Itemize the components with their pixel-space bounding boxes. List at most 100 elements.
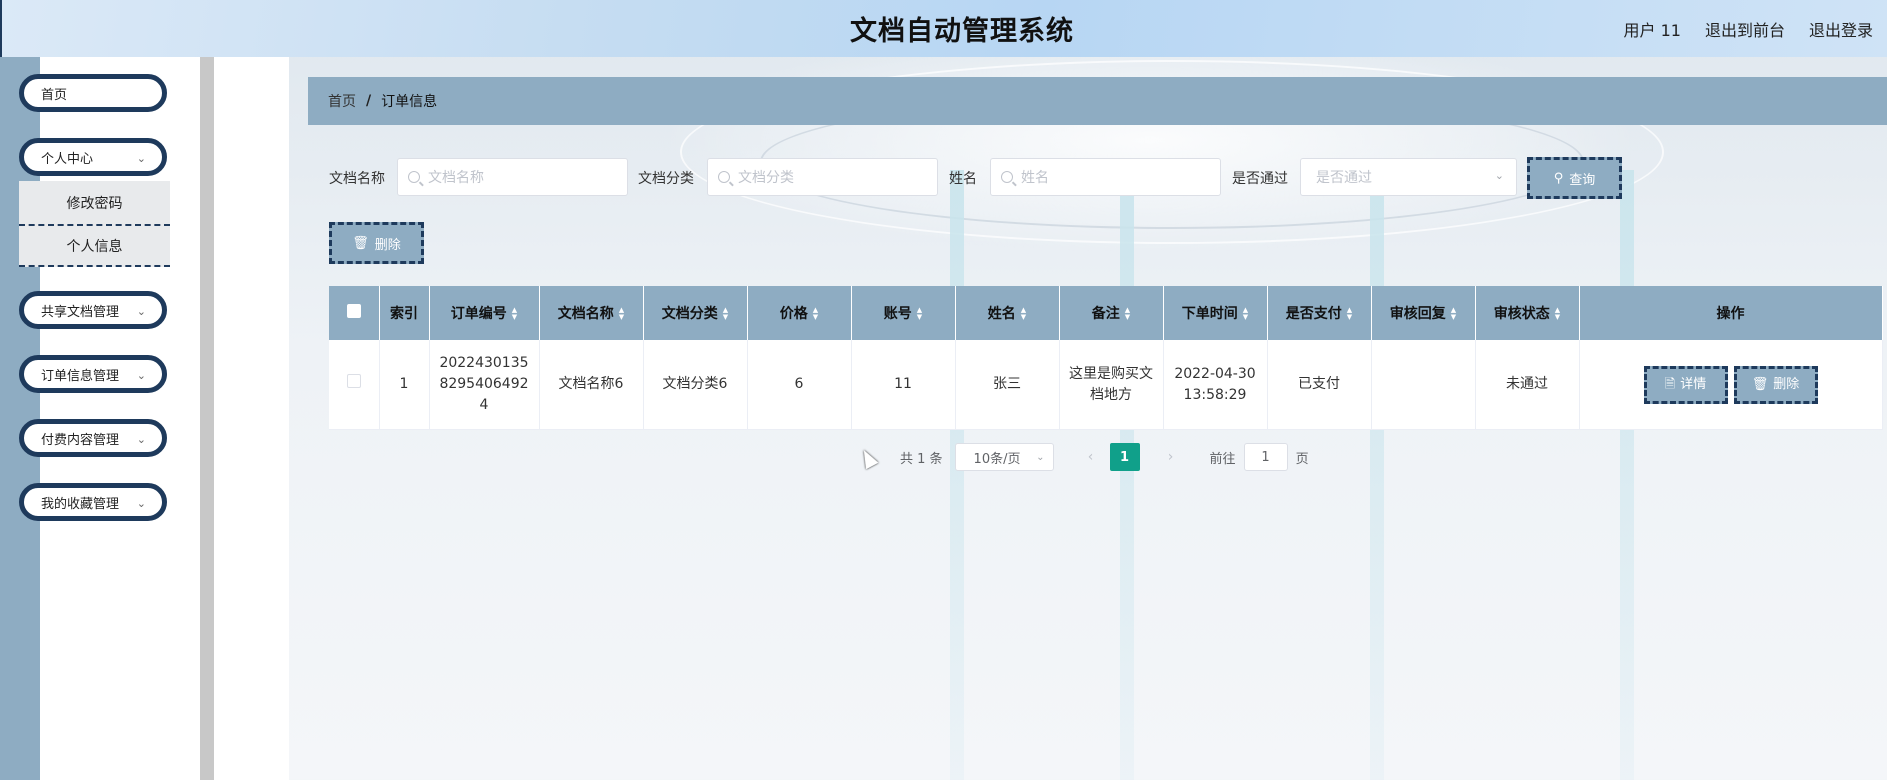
- prev-page-icon[interactable]: ‹: [1076, 443, 1106, 471]
- cell-account: 11: [851, 340, 956, 430]
- cell-index: 1: [379, 340, 430, 430]
- sidebar-subitem-personal-info[interactable]: 个人信息: [19, 224, 170, 267]
- row-select-cell[interactable]: [329, 340, 380, 430]
- cell-price: 6: [747, 340, 852, 430]
- query-button[interactable]: ⚲ 查询: [1527, 157, 1622, 199]
- sort-icon[interactable]: ▲ ▼: [1451, 307, 1456, 321]
- cell-order-no: 2022430135 8295406492 4: [429, 340, 540, 430]
- column-header[interactable]: 价格 ▲ ▼: [747, 286, 852, 340]
- column-header[interactable]: 备注 ▲ ▼: [1059, 286, 1164, 340]
- sidebar-item-favorites[interactable]: 我的收藏管理 ⌄: [19, 483, 167, 521]
- background-pillar: [1620, 170, 1634, 780]
- page-size-select[interactable]: 10条/页 ⌄: [954, 443, 1054, 471]
- column-header: 索引: [379, 286, 430, 340]
- column-header[interactable]: 订单编号 ▲ ▼: [429, 286, 540, 340]
- chevron-down-icon: ⌄: [136, 369, 146, 382]
- header-links: 用户 11 退出到前台 退出登录: [1624, 17, 1873, 41]
- sort-icon[interactable]: ▲ ▼: [1243, 307, 1248, 321]
- breadcrumb-home[interactable]: 首页: [328, 91, 356, 111]
- cell-remark: 这里是购买文档地方: [1059, 340, 1164, 430]
- exit-to-front-link[interactable]: 退出到前台: [1705, 17, 1785, 41]
- passed-label: 是否通过: [1232, 171, 1288, 187]
- doc-category-label: 文档分类: [638, 171, 694, 187]
- doc-name-input[interactable]: 文档名称: [397, 158, 628, 196]
- cell-review-reply: [1371, 340, 1476, 430]
- next-page-icon[interactable]: ›: [1156, 443, 1186, 471]
- sidebar-item-shared-docs[interactable]: 共享文档管理 ⌄: [19, 291, 167, 329]
- doc-category-placeholder: 文档分类: [738, 170, 794, 186]
- search-icon: [408, 171, 420, 183]
- sidebar-item-home[interactable]: 首页: [19, 74, 167, 112]
- chevron-down-icon: ⌄: [1494, 169, 1504, 182]
- cell-review-status: 未通过: [1475, 340, 1580, 430]
- sort-icon[interactable]: ▲ ▼: [723, 307, 728, 321]
- row-delete-button[interactable]: 🗑 删除: [1733, 365, 1818, 404]
- page-size-value: 10条/页: [973, 451, 1021, 467]
- app-title: 文档自动管理系统: [850, 16, 1074, 47]
- background-pillar: [950, 170, 964, 780]
- select-all-cell[interactable]: [329, 286, 380, 340]
- sidebar-item-label: 付费内容管理: [41, 432, 120, 448]
- sidebar-item-orders[interactable]: 订单信息管理 ⌄: [19, 355, 167, 393]
- cell-name: 张三: [955, 340, 1060, 430]
- sort-icon[interactable]: ▲ ▼: [619, 307, 624, 321]
- column-header[interactable]: 账号 ▲ ▼: [851, 286, 956, 340]
- sort-icon[interactable]: ▲ ▼: [1021, 307, 1026, 321]
- select-all-checkbox[interactable]: [346, 304, 361, 318]
- background-pillar: [1120, 170, 1134, 780]
- sort-icon[interactable]: ▲ ▼: [1347, 307, 1352, 321]
- name-label: 姓名: [949, 171, 977, 187]
- page-suffix: 页: [1295, 451, 1309, 467]
- column-header[interactable]: 审核回复 ▲ ▼: [1371, 286, 1476, 340]
- doc-name-label: 文档名称: [329, 171, 385, 187]
- row-delete-label: 删除: [1773, 377, 1800, 392]
- pagination: 共 1 条 10条/页 ⌄ ‹ 1 › 前往 1 页: [900, 443, 1309, 471]
- sort-icon[interactable]: ▲ ▼: [1125, 307, 1130, 321]
- detail-button[interactable]: 🗎 详情: [1643, 365, 1728, 404]
- passed-select[interactable]: 是否通过 ⌄: [1300, 158, 1517, 196]
- query-button-label: 查询: [1569, 172, 1596, 188]
- name-input[interactable]: 姓名: [990, 158, 1221, 196]
- batch-delete-button[interactable]: 🗑 删除: [329, 222, 424, 264]
- detail-button-label: 详情: [1680, 377, 1707, 392]
- column-header[interactable]: 下单时间 ▲ ▼: [1163, 286, 1268, 340]
- chevron-down-icon: ⌄: [136, 305, 146, 318]
- column-header[interactable]: 文档分类 ▲ ▼: [643, 286, 748, 340]
- logout-link[interactable]: 退出登录: [1809, 17, 1873, 41]
- breadcrumb-separator: /: [366, 93, 372, 109]
- trash-icon: 🗑: [352, 235, 369, 251]
- column-header[interactable]: 审核状态 ▲ ▼: [1475, 286, 1580, 340]
- passed-placeholder: 是否通过: [1316, 170, 1372, 186]
- chevron-down-icon: ⌄: [136, 433, 146, 446]
- row-checkbox[interactable]: [346, 374, 361, 388]
- pagination-total: 共 1 条: [900, 451, 943, 467]
- search-icon: [1001, 171, 1013, 183]
- chevron-down-icon: ⌄: [136, 152, 146, 165]
- doc-category-input[interactable]: 文档分类: [707, 158, 938, 196]
- column-header[interactable]: 文档名称 ▲ ▼: [539, 286, 644, 340]
- sidebar-divider: [200, 57, 214, 780]
- sidebar-item-paid-content[interactable]: 付费内容管理 ⌄: [19, 419, 167, 457]
- column-header[interactable]: 是否支付 ▲ ▼: [1267, 286, 1372, 340]
- personal-center-submenu: 修改密码 个人信息: [19, 181, 170, 267]
- sidebar-item-label: 订单信息管理: [41, 368, 120, 384]
- page-number-current[interactable]: 1: [1109, 443, 1140, 471]
- sidebar-item-label: 我的收藏管理: [41, 496, 120, 512]
- goto-page-input[interactable]: 1: [1243, 443, 1288, 471]
- doc-name-placeholder: 文档名称: [428, 170, 484, 186]
- cell-doc-category: 文档分类6: [643, 340, 748, 430]
- batch-delete-label: 删除: [374, 237, 401, 253]
- sidebar-item-personal-center[interactable]: 个人中心 ⌄: [19, 138, 167, 176]
- search-icon: ⚲: [1553, 170, 1564, 186]
- sort-icon[interactable]: ▲ ▼: [813, 307, 818, 321]
- top-header: 文档自动管理系统 用户 11 退出到前台 退出登录: [0, 0, 1887, 57]
- sort-icon[interactable]: ▲ ▼: [1555, 307, 1560, 321]
- sort-icon[interactable]: ▲ ▼: [917, 307, 922, 321]
- sidebar-subitem-change-password[interactable]: 修改密码: [19, 181, 170, 224]
- trash-icon: 🗑: [1751, 377, 1769, 392]
- cell-doc-name: 文档名称6: [539, 340, 644, 430]
- sort-icon[interactable]: ▲ ▼: [512, 307, 517, 321]
- table-header-row: 索引 订单编号 ▲ ▼ 文档名称 ▲ ▼ 文档分类 ▲ ▼ 价格 ▲ ▼ 账号 ▲ ▼ 姓名 ▲ ▼ 备…: [329, 286, 1883, 340]
- column-header[interactable]: 姓名 ▲ ▼: [955, 286, 1060, 340]
- cell-actions: 🗎 详情 🗑 删除: [1579, 340, 1883, 430]
